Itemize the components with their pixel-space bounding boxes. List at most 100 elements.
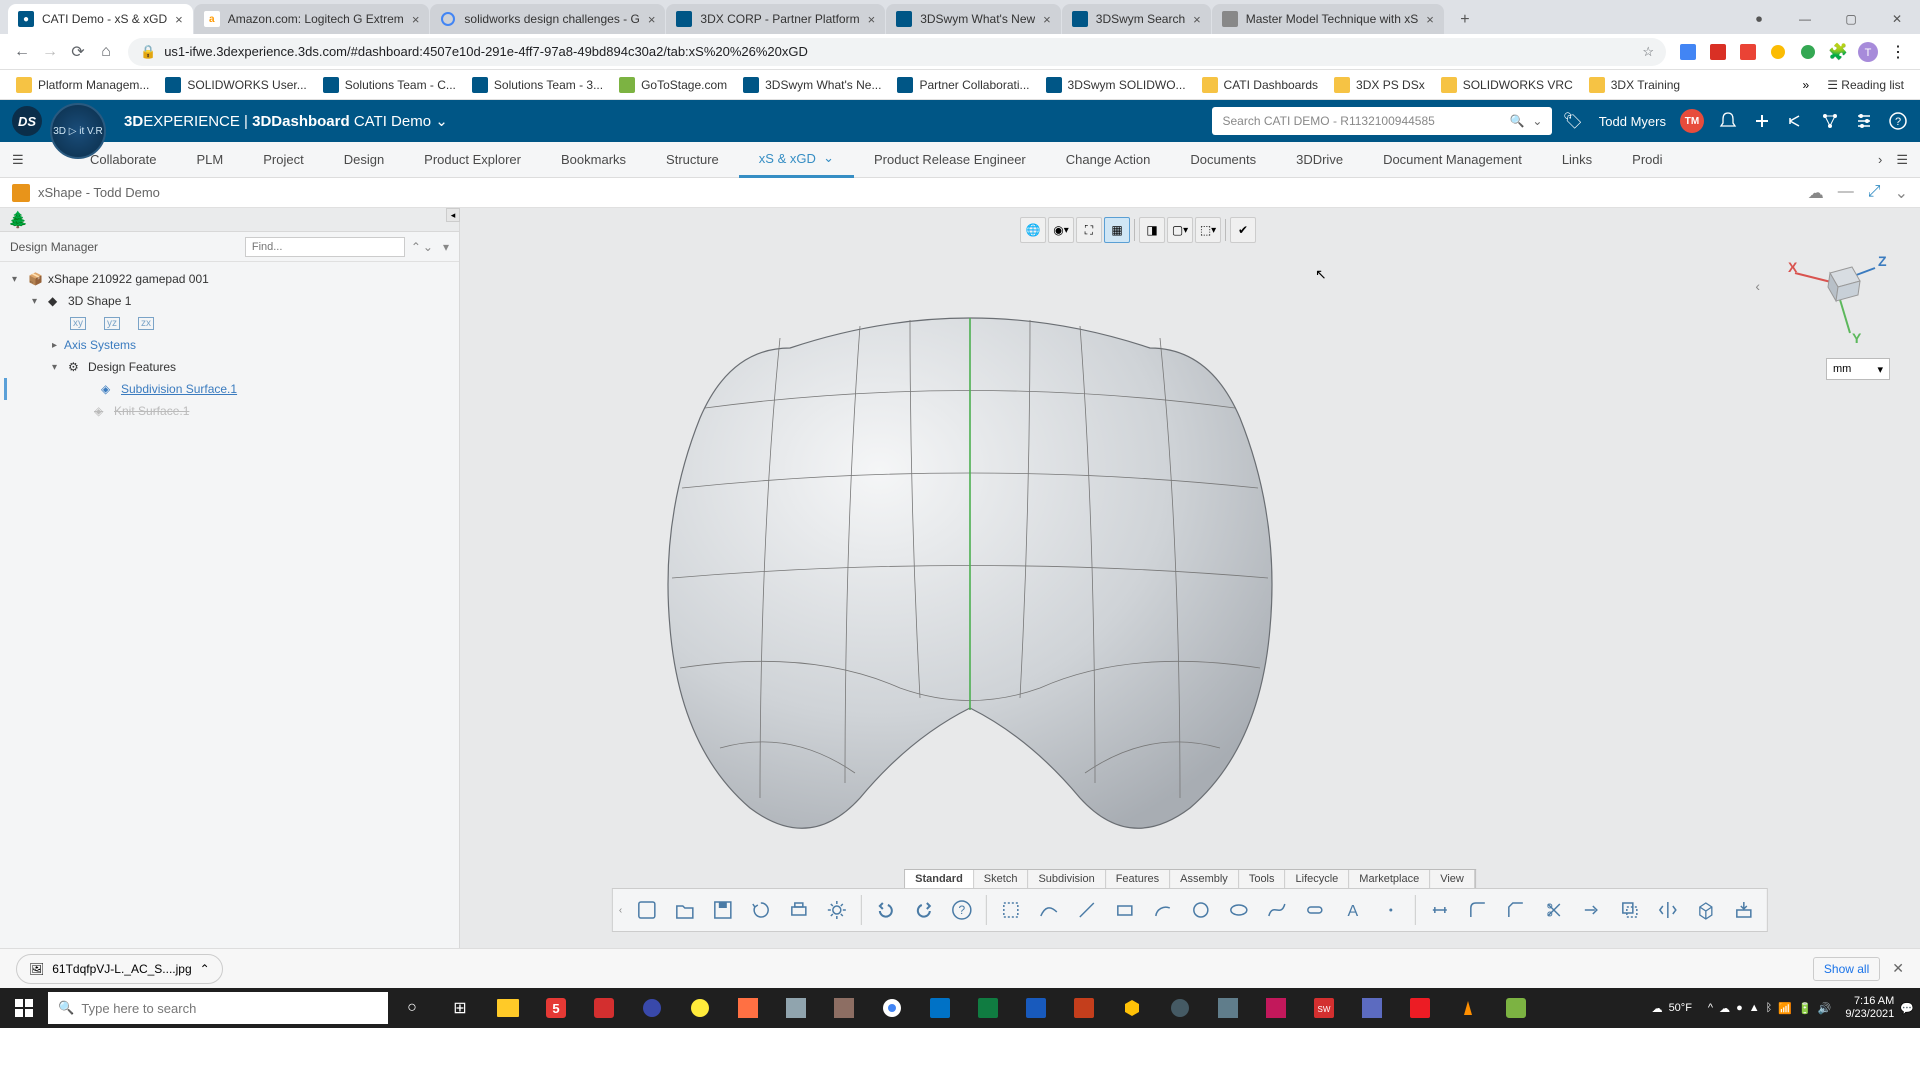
bookmark[interactable]: Partner Collaborati... bbox=[889, 73, 1037, 97]
user-name[interactable]: Todd Myers bbox=[1599, 114, 1666, 129]
search-input[interactable]: Search CATI DEMO - R1132100944585 🔍 ⌄ bbox=[1212, 107, 1552, 135]
ds-logo[interactable]: DS bbox=[12, 106, 42, 136]
network-icon[interactable] bbox=[1820, 111, 1840, 131]
reload-button[interactable]: ⟳ bbox=[64, 38, 92, 66]
tray-icon[interactable]: ▲ bbox=[1749, 1002, 1760, 1014]
chevron-up-icon[interactable]: ⌃ bbox=[200, 962, 210, 976]
bluetooth-icon[interactable]: ᛒ bbox=[1766, 1002, 1773, 1014]
app-icon[interactable] bbox=[772, 988, 820, 1028]
nav-documents[interactable]: Documents bbox=[1170, 142, 1276, 178]
tree-planes[interactable]: xy yz zx bbox=[0, 312, 459, 334]
close-button[interactable]: ✕ bbox=[1874, 4, 1920, 34]
notifications-icon[interactable]: 💬 bbox=[1900, 1002, 1914, 1015]
close-icon[interactable]: × bbox=[648, 12, 656, 27]
maximize-button[interactable]: ▢ bbox=[1828, 4, 1874, 34]
line-icon[interactable] bbox=[1070, 893, 1104, 927]
forward-button[interactable]: → bbox=[36, 38, 64, 66]
share-icon[interactable] bbox=[1786, 111, 1806, 131]
tab-subdivision[interactable]: Subdivision bbox=[1028, 870, 1105, 888]
close-icon[interactable]: × bbox=[1426, 12, 1434, 27]
browser-tab[interactable]: a Amazon.com: Logitech G Extrem × bbox=[194, 4, 430, 34]
ext-icon[interactable] bbox=[1734, 38, 1762, 66]
record-icon[interactable]: ⏺ bbox=[1736, 4, 1782, 34]
collapse-nav-icon[interactable]: ☰ bbox=[12, 152, 24, 168]
tab-tools[interactable]: Tools bbox=[1239, 870, 1286, 888]
close-icon[interactable]: × bbox=[868, 12, 876, 27]
undo-icon[interactable] bbox=[869, 893, 903, 927]
point-icon[interactable] bbox=[1374, 893, 1408, 927]
search-icon[interactable]: 🔍 bbox=[1509, 114, 1524, 128]
app-icon[interactable] bbox=[676, 988, 724, 1028]
browser-tab[interactable]: solidworks design challenges - G × bbox=[430, 4, 665, 34]
nav-plm[interactable]: PLM bbox=[177, 142, 244, 178]
reading-list[interactable]: ☰ Reading list bbox=[1819, 73, 1912, 97]
bookmark[interactable]: Solutions Team - 3... bbox=[464, 73, 611, 97]
redo-icon[interactable] bbox=[907, 893, 941, 927]
task-view-icon[interactable]: ⊞ bbox=[436, 988, 484, 1028]
sketch-icon[interactable] bbox=[994, 893, 1028, 927]
battery-icon[interactable]: 🔋 bbox=[1798, 1002, 1812, 1015]
chevron-down-icon[interactable]: ⌄ bbox=[1895, 183, 1908, 203]
show-all-downloads[interactable]: Show all bbox=[1813, 957, 1880, 981]
app-icon[interactable] bbox=[820, 988, 868, 1028]
settings-icon[interactable] bbox=[820, 893, 854, 927]
help-icon[interactable]: ? bbox=[945, 893, 979, 927]
fillet-icon[interactable] bbox=[1461, 893, 1495, 927]
tree-3dshape[interactable]: ▾ ◆ 3D Shape 1 bbox=[0, 290, 459, 312]
view-check-icon[interactable]: ✔ bbox=[1230, 217, 1256, 243]
rectangle-icon[interactable] bbox=[1108, 893, 1142, 927]
compass-icon[interactable]: 3D ▷ it V.R bbox=[50, 103, 106, 159]
yz-plane-icon[interactable]: yz bbox=[104, 317, 120, 330]
nav-design[interactable]: Design bbox=[324, 142, 404, 178]
help-icon[interactable]: ? bbox=[1888, 111, 1908, 131]
customize-icon[interactable] bbox=[1854, 111, 1874, 131]
home-button[interactable]: ⌂ bbox=[92, 38, 120, 66]
xy-plane-icon[interactable]: xy bbox=[70, 317, 86, 330]
view-display-icon[interactable]: ▢▾ bbox=[1167, 217, 1193, 243]
browser-tab[interactable]: ● CATI Demo - xS & xGD × bbox=[8, 4, 193, 34]
nav-project[interactable]: Project bbox=[243, 142, 323, 178]
view-sphere-icon[interactable]: ◉▾ bbox=[1048, 217, 1074, 243]
browser-tab[interactable]: 3DSwym What's New × bbox=[886, 4, 1061, 34]
offset-icon[interactable] bbox=[1613, 893, 1647, 927]
nav-bookmarks[interactable]: Bookmarks bbox=[541, 142, 646, 178]
ext-icon[interactable] bbox=[1764, 38, 1792, 66]
minimize-button[interactable]: — bbox=[1782, 4, 1828, 34]
expand-icon[interactable]: ▸ bbox=[52, 340, 64, 351]
view-fit-icon[interactable]: ⛶ bbox=[1076, 217, 1102, 243]
slot-icon[interactable] bbox=[1298, 893, 1332, 927]
new-tab-button[interactable]: + bbox=[1451, 6, 1479, 34]
units-select[interactable]: mm▾ bbox=[1826, 358, 1890, 380]
nav-change-action[interactable]: Change Action bbox=[1046, 142, 1171, 178]
viewport[interactable]: 🌐 ◉▾ ⛶ ▦ ◨ ▢▾ ⬚▾ ✔ ↖ X Z Y bbox=[460, 208, 1920, 948]
tree-design-features[interactable]: ▾ ⚙ Design Features bbox=[0, 356, 459, 378]
nav-structure[interactable]: Structure bbox=[646, 142, 739, 178]
tree-root[interactable]: ▾ 📦 xShape 210922 gamepad 001 bbox=[0, 268, 459, 290]
nav-xs-xgd[interactable]: xS & xGD ⌄ bbox=[739, 142, 854, 178]
clock[interactable]: 7:16 AM 9/23/2021 bbox=[1845, 995, 1894, 1021]
app-icon[interactable] bbox=[724, 988, 772, 1028]
measure-icon[interactable] bbox=[1423, 893, 1457, 927]
back-button[interactable]: ← bbox=[8, 38, 36, 66]
profile-avatar[interactable]: T bbox=[1854, 38, 1882, 66]
view-box-icon[interactable]: ⬚▾ bbox=[1195, 217, 1221, 243]
expand-icon[interactable]: ▾ bbox=[12, 274, 24, 285]
orientation-triad[interactable]: X Z Y bbox=[1780, 238, 1890, 348]
ext-icon[interactable] bbox=[1704, 38, 1732, 66]
view-globe-icon[interactable]: 🌐 bbox=[1020, 217, 1046, 243]
app-icon[interactable] bbox=[1108, 988, 1156, 1028]
find-input[interactable] bbox=[245, 237, 405, 257]
trim-icon[interactable] bbox=[1537, 893, 1571, 927]
powerpoint-icon[interactable] bbox=[1060, 988, 1108, 1028]
print-icon[interactable] bbox=[782, 893, 816, 927]
nav-product-release[interactable]: Product Release Engineer bbox=[854, 142, 1046, 178]
chevron-down-icon[interactable]: ⌄ bbox=[1532, 114, 1542, 128]
tray-overflow[interactable]: ^ bbox=[1708, 1002, 1713, 1014]
onedrive-icon[interactable]: ☁ bbox=[1719, 1002, 1730, 1015]
app-icon[interactable]: 5 bbox=[532, 988, 580, 1028]
browser-tab[interactable]: 3DX CORP - Partner Platform × bbox=[666, 4, 885, 34]
bookmark[interactable]: GoToStage.com bbox=[611, 73, 735, 97]
tab-marketplace[interactable]: Marketplace bbox=[1349, 870, 1430, 888]
windows-search[interactable]: 🔍 Type here to search bbox=[48, 992, 388, 1024]
bookmark[interactable]: CATI Dashboards bbox=[1194, 73, 1326, 97]
